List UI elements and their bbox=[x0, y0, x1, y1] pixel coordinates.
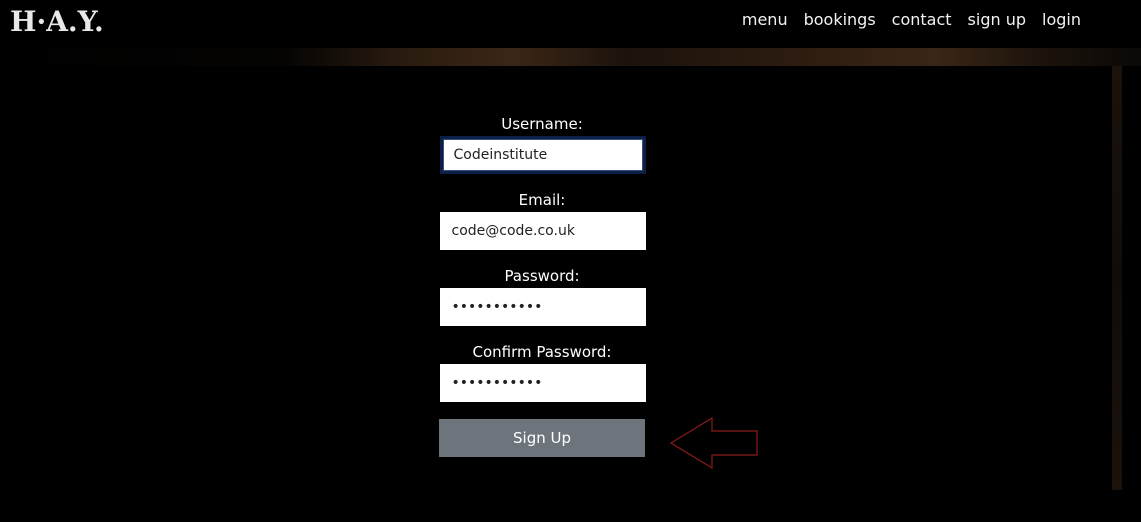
password-group: Password: bbox=[438, 267, 646, 326]
site-header: H·A.Y. menu bookings contact sign up log… bbox=[0, 0, 1141, 66]
confirm-password-input[interactable] bbox=[439, 364, 646, 402]
nav-bookings[interactable]: bookings bbox=[804, 10, 876, 30]
confirm-password-label: Confirm Password: bbox=[472, 343, 612, 361]
main-nav: menu bookings contact sign up login bbox=[742, 10, 1081, 30]
email-group: Email: bbox=[438, 191, 646, 250]
username-input[interactable] bbox=[439, 136, 646, 174]
confirm-password-group: Confirm Password: bbox=[438, 343, 646, 402]
nav-contact[interactable]: contact bbox=[892, 10, 952, 30]
sign-up-button[interactable]: Sign Up bbox=[439, 419, 645, 457]
page: H·A.Y. menu bookings contact sign up log… bbox=[0, 0, 1141, 522]
password-input[interactable] bbox=[439, 288, 646, 326]
email-input[interactable] bbox=[439, 212, 646, 250]
username-group: Username: bbox=[438, 115, 646, 174]
email-label: Email: bbox=[518, 191, 566, 209]
signup-form: Username: Email: Password: Confirm Passw… bbox=[438, 115, 646, 457]
nav-menu[interactable]: menu bbox=[742, 10, 788, 30]
password-label: Password: bbox=[504, 267, 580, 285]
username-label: Username: bbox=[501, 115, 583, 133]
background-image-edge bbox=[1112, 66, 1122, 490]
site-logo[interactable]: H·A.Y. bbox=[10, 4, 104, 40]
left-arrow-icon bbox=[670, 417, 758, 469]
nav-login[interactable]: login bbox=[1042, 10, 1081, 30]
nav-sign-up[interactable]: sign up bbox=[968, 10, 1026, 30]
